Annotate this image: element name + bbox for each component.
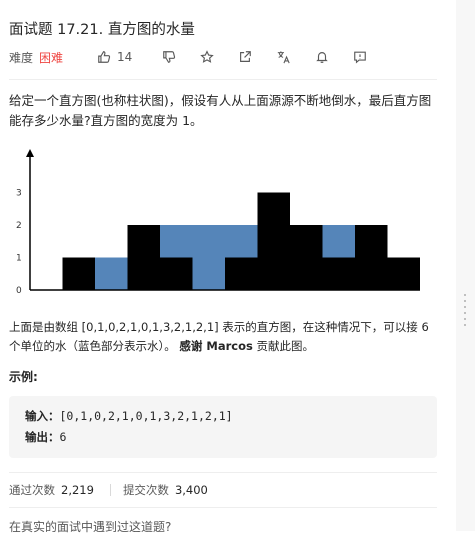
share-icon[interactable] <box>238 50 252 64</box>
panel-resize-handle[interactable] <box>462 294 468 334</box>
divider <box>9 472 437 473</box>
thumbs-down-icon[interactable] <box>162 50 176 64</box>
scrollbar-track[interactable] <box>456 0 475 531</box>
y-tick-label: 0 <box>16 286 22 296</box>
histogram-bar <box>160 257 193 290</box>
histogram-bar <box>127 225 160 290</box>
y-axis-arrow <box>26 149 34 157</box>
water-cell <box>225 225 258 258</box>
submission-stats: 通过次数 2,219 提交次数 3,400 <box>9 482 208 498</box>
credit-suffix: 贡献此图。 <box>252 339 315 353</box>
example-code-block: 输入：[0,1,0,2,1,0,1,3,2,1,2,1] 输出：6 <box>9 396 437 458</box>
histogram-figure: 0 1 2 3 <box>16 149 420 296</box>
translate-icon[interactable] <box>276 50 291 64</box>
difficulty-label: 难度 <box>9 50 34 65</box>
example-heading: 示例: <box>9 370 38 384</box>
y-tick-label: 2 <box>16 221 22 231</box>
credit-text: 感谢 Marcos <box>179 339 253 353</box>
example-input-value: [0,1,0,2,1,0,1,3,2,1,2,1] <box>59 409 233 423</box>
problem-panel: 面试题 17.21. 直方图的水量 难度 困难 14 给定一个直方图(也称柱状图… <box>0 0 455 534</box>
histogram-bar <box>62 257 95 290</box>
water-cell <box>322 225 355 258</box>
histogram-bar <box>355 225 388 290</box>
problem-meta-bar: 难度 困难 14 <box>9 48 367 66</box>
submitted-label: 提交次数 <box>122 483 169 497</box>
y-tick-label: 1 <box>16 254 22 264</box>
interview-question-prompt[interactable]: 在真实的面试中遇到过这道题? <box>9 518 171 535</box>
water-cell <box>95 257 128 290</box>
example-output-label: 输出： <box>25 430 60 444</box>
y-tick-label: 3 <box>16 189 22 199</box>
divider <box>9 507 437 508</box>
problem-description: 给定一个直方图(也称柱状图)，假设有人从上面源源不断地倒水，最后直方图能存多少水… <box>9 93 432 128</box>
histogram-bar <box>387 257 420 290</box>
water-cell <box>160 225 193 258</box>
difficulty-badge: 困难 <box>39 50 64 65</box>
histogram-bar <box>322 257 355 290</box>
comment-icon[interactable] <box>353 50 367 64</box>
submitted-count: 3,400 <box>174 483 208 497</box>
bell-icon[interactable] <box>315 50 329 64</box>
star-icon[interactable] <box>200 50 215 64</box>
problem-title: 面试题 17.21. 直方图的水量 <box>9 22 195 38</box>
accepted-count: 2,219 <box>61 483 94 497</box>
histogram-bar <box>225 257 258 290</box>
figure-note: 上面是由数组 [0,1,0,2,1,0,1,3,2,1,2,1] 表示的直方图，… <box>9 318 439 356</box>
likes-count: 14 <box>117 50 133 64</box>
example-input-label: 输入： <box>25 409 60 423</box>
histogram-bar <box>257 192 290 290</box>
water-cell <box>192 225 225 290</box>
histogram-bar <box>290 225 323 290</box>
thumbs-up-icon[interactable] <box>97 50 111 64</box>
accepted-label: 通过次数 <box>9 483 55 497</box>
example-output-value: 6 <box>59 430 67 444</box>
divider <box>9 79 437 80</box>
